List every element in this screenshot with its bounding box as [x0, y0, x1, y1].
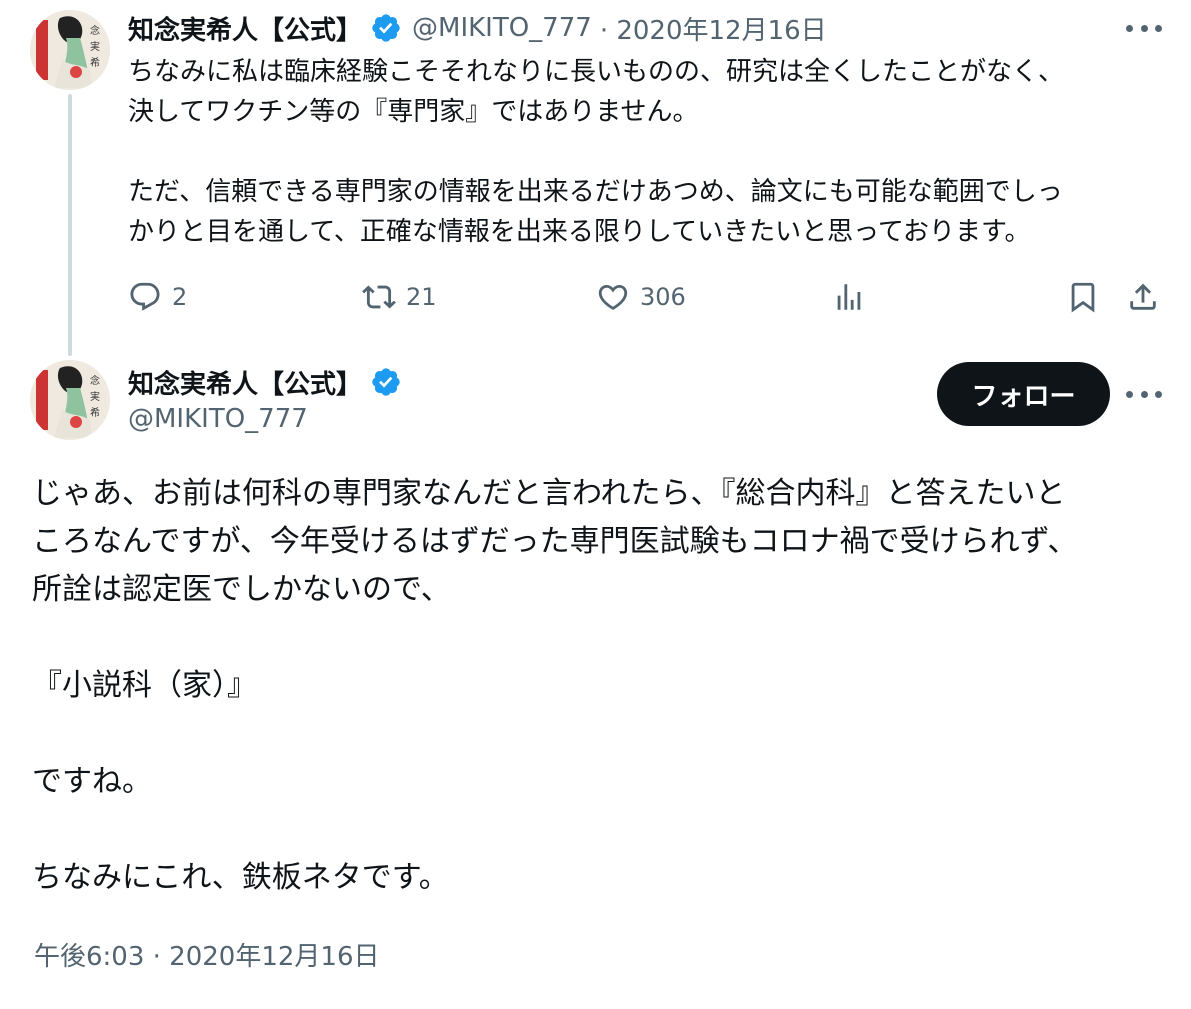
tweet-line: [128, 132, 1064, 172]
avatar[interactable]: 念 実 希: [30, 10, 110, 90]
follow-button[interactable]: フォロー: [937, 362, 1110, 426]
reply-icon: [130, 282, 160, 311]
tweet-line: 決してワクチン等の『専門家』ではありません。: [128, 97, 699, 127]
tweet-line: 『小説科（家）』: [32, 668, 257, 703]
tweet-line: ちなみにこれ、鉄板ネタです。: [32, 860, 449, 895]
author-handle[interactable]: @MIKITO_777: [128, 404, 402, 434]
reply-button[interactable]: 2: [128, 280, 187, 314]
avatar[interactable]: 念 実 希: [30, 360, 110, 440]
svg-text:希: 希: [90, 56, 100, 69]
views-button[interactable]: [832, 280, 866, 314]
avatar-illustration: 念 実 希: [30, 10, 110, 90]
svg-text:念: 念: [90, 374, 100, 387]
author-handle[interactable]: @MIKITO_777: [412, 13, 592, 43]
author-name[interactable]: 知念実希人【公式】: [128, 10, 362, 47]
like-icon: [598, 284, 628, 310]
main-tweet-header: 知念実希人【公式】 @MIKITO_777: [128, 362, 402, 434]
main-tweet-text: じゃあ、お前は何科の専門家なんだと言われたら、『総合内科』と答えたいと ころなん…: [32, 470, 1078, 902]
like-count: 306: [640, 283, 686, 311]
parent-tweet-header: 知念実希人【公式】 @MIKITO_777 · 2020年12月16日: [128, 8, 827, 48]
bookmark-icon: [1071, 282, 1095, 313]
parent-tweet-text: ちなみに私は臨床経験こそそれなりに長いものの、研究は全くしたことがなく、 決して…: [128, 52, 1064, 252]
tweet-timestamp[interactable]: 午後6:03 · 2020年12月16日: [34, 936, 380, 973]
thread-line: [68, 94, 72, 356]
retweet-button[interactable]: 21: [362, 280, 437, 314]
tweet-line: [32, 710, 1078, 758]
tweet-line: 所詮は認定医でしかないので、: [32, 572, 451, 607]
more-icon[interactable]: [1126, 22, 1162, 34]
author-name[interactable]: 知念実希人【公式】: [128, 364, 362, 401]
reply-count: 2: [172, 283, 188, 311]
tweet-line: ですね。: [32, 764, 152, 799]
retweet-count: 21: [406, 283, 437, 311]
share-button[interactable]: [1126, 280, 1160, 314]
svg-text:実: 実: [90, 390, 100, 403]
tweet-line: ころなんですが、今年受けるはずだった専門医試験もコロナ禍で受けられず、: [32, 524, 1078, 559]
bookmark-button[interactable]: [1066, 280, 1100, 314]
like-button[interactable]: 306: [596, 280, 686, 314]
tweet-line: ただ、信頼できる専門家の情報を出来るだけあつめ、論文にも可能な範囲でしっ: [128, 177, 1063, 207]
verified-badge-icon[interactable]: [370, 366, 402, 398]
svg-text:希: 希: [90, 406, 100, 419]
svg-text:念: 念: [90, 24, 100, 37]
tweet-date[interactable]: · 2020年12月16日: [600, 10, 827, 47]
svg-text:実: 実: [90, 40, 100, 53]
verified-badge-icon[interactable]: [370, 12, 402, 44]
tweet-line: [32, 806, 1078, 854]
tweet-line: [32, 614, 1078, 662]
retweet-icon: [362, 285, 396, 309]
more-icon[interactable]: [1126, 388, 1162, 400]
tweet-line: かりと目を通して、正確な情報を出来る限りしていきたいと思っております。: [128, 217, 1031, 247]
share-icon: [1130, 283, 1156, 310]
views-icon: [837, 284, 861, 310]
tweet-line: じゃあ、お前は何科の専門家なんだと言われたら、『総合内科』と答えたいと: [32, 476, 1066, 511]
tweet-line: ちなみに私は臨床経験こそそれなりに長いものの、研究は全くしたことがなく、: [128, 57, 1065, 87]
avatar-illustration: 念 実 希: [30, 360, 110, 440]
